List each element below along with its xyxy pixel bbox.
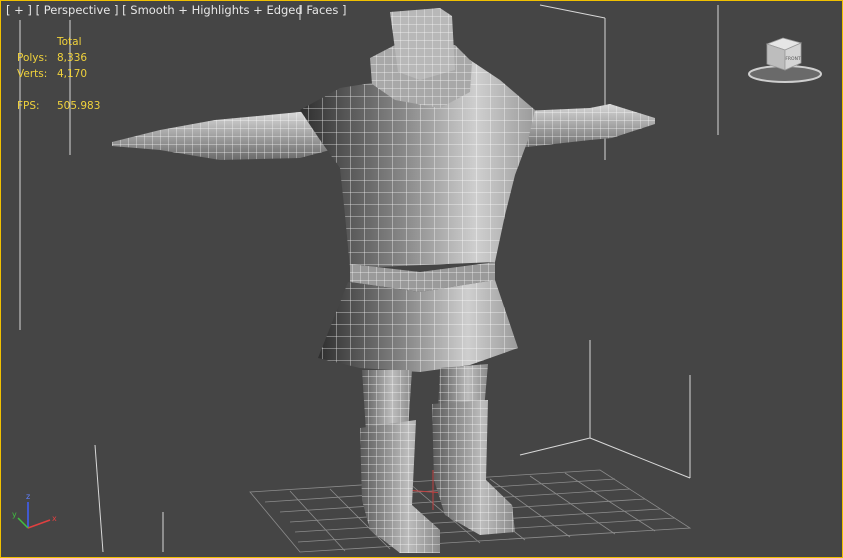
viewport-menu-button[interactable]: [ + ] bbox=[6, 3, 32, 17]
axis-y-label: y bbox=[12, 510, 17, 519]
polys-value: 8,336 bbox=[57, 52, 88, 64]
viewport-label[interactable]: [ + ] [ Perspective ] [ Smooth + Highlig… bbox=[6, 3, 346, 17]
viewport-shading-label[interactable]: [ Smooth + Highlights + Edged Faces ] bbox=[122, 3, 346, 17]
viewcube-front-label: FRONT bbox=[785, 56, 801, 62]
verts-value: 4,170 bbox=[57, 68, 88, 80]
axis-tripod-icon: z x y bbox=[12, 492, 57, 529]
viewport-point-of-view-label[interactable]: [ Perspective ] bbox=[36, 3, 119, 17]
fps-label: FPS: bbox=[17, 100, 40, 112]
perspective-viewport[interactable]: [ + ] [ Perspective ] [ Smooth + Highlig… bbox=[0, 0, 843, 558]
verts-label: Verts: bbox=[17, 68, 48, 80]
character-model bbox=[112, 8, 655, 553]
scene-canvas[interactable] bbox=[0, 0, 843, 558]
axis-z-label: z bbox=[26, 492, 30, 501]
viewcube-icon[interactable]: FRONT bbox=[745, 36, 823, 86]
axis-x-label: x bbox=[52, 514, 57, 523]
stats-header: Total bbox=[57, 36, 82, 48]
polys-label: Polys: bbox=[17, 52, 48, 64]
fps-value: 505.983 bbox=[57, 100, 101, 112]
